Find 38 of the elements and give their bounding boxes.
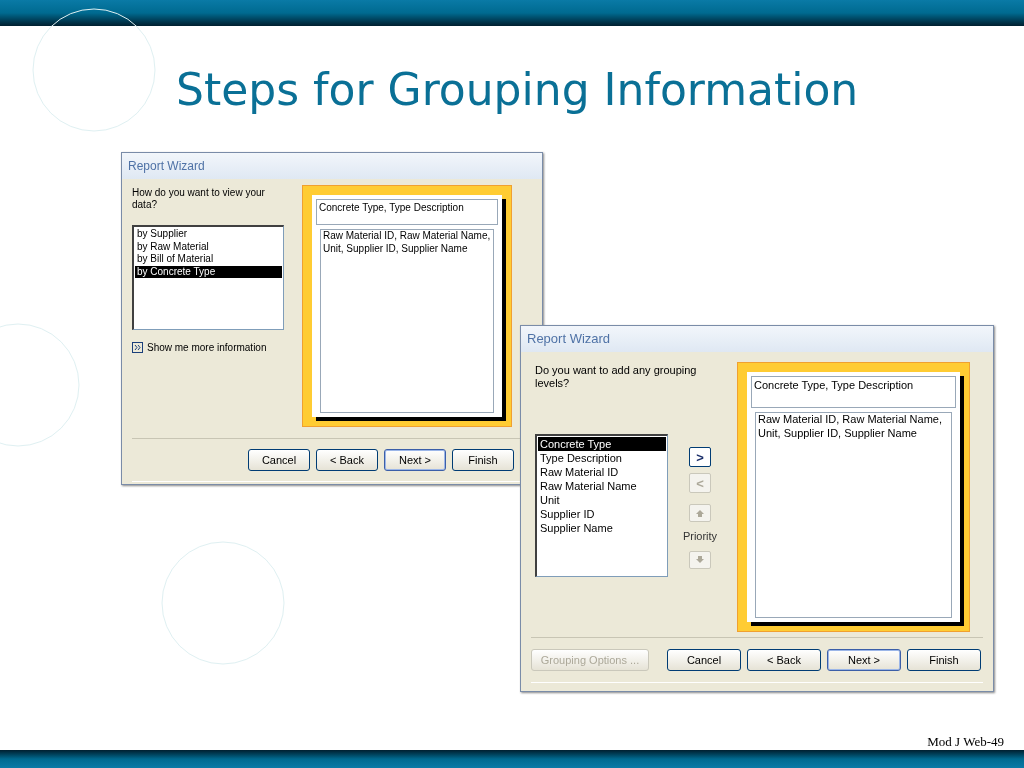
list-item[interactable]: Unit (538, 493, 666, 507)
window-title: Report Wizard (128, 158, 205, 175)
slide-title: Steps for Grouping Information (176, 63, 860, 117)
dialog-button[interactable]: Next > (384, 449, 446, 471)
move-down-button[interactable] (689, 550, 711, 569)
list-item[interactable]: by Raw Material (135, 240, 282, 253)
priority-label: Priority (682, 529, 718, 544)
move-button[interactable]: > (689, 447, 711, 467)
list-item[interactable]: Raw Material ID (538, 465, 666, 479)
list-item[interactable]: Supplier ID (538, 507, 666, 521)
detail-box: Raw Material ID, Raw Material Name, Unit, Supplier ID, Supplier Name (755, 412, 952, 618)
expand-icon[interactable] (132, 342, 143, 353)
dialog-button[interactable]: Next > (827, 649, 901, 671)
list-item[interactable]: Raw Material Name (538, 479, 666, 493)
question-text: Do you want to add any grouping levels? (535, 364, 698, 391)
question-text: How do you want to view your data? (132, 187, 266, 212)
slide-footer: Mod J Web-49 (927, 732, 1004, 752)
down-arrow-icon (696, 556, 704, 563)
more-info-link[interactable]: Show me more information (147, 340, 267, 355)
list-item[interactable]: by Concrete Type (135, 265, 282, 278)
dialog-button[interactable]: Cancel (667, 649, 741, 671)
window-title: Report Wizard (527, 330, 611, 349)
list-item[interactable]: by Supplier (135, 228, 282, 241)
dialog-button[interactable]: Finish (907, 649, 981, 671)
list-item[interactable]: by Bill of Material (135, 253, 282, 266)
detail-box: Raw Material ID, Raw Material Name, Unit, Supplier ID, Supplier Name (320, 229, 494, 413)
list-box[interactable]: Concrete Type Type Description Raw Material ID Raw Material Name Unit Supplier ID Supplier Name (535, 434, 668, 577)
list-box[interactable]: by Supplier by Raw Material by Bill of Material by Concrete Type (132, 225, 284, 330)
list-item[interactable]: Concrete Type (538, 437, 666, 451)
group-header-box: Concrete Type, Type Description (316, 199, 498, 225)
dialog-button[interactable]: Cancel (248, 449, 310, 471)
list-item[interactable]: Type Description (538, 451, 666, 465)
dialog-button[interactable]: < Back (747, 649, 821, 671)
dialog-button[interactable]: < Back (316, 449, 378, 471)
list-item[interactable]: Supplier Name (538, 521, 666, 535)
up-arrow-icon (696, 509, 704, 517)
group-header-box: Concrete Type, Type Description (751, 376, 956, 408)
dialog-button[interactable]: Finish (452, 449, 514, 471)
